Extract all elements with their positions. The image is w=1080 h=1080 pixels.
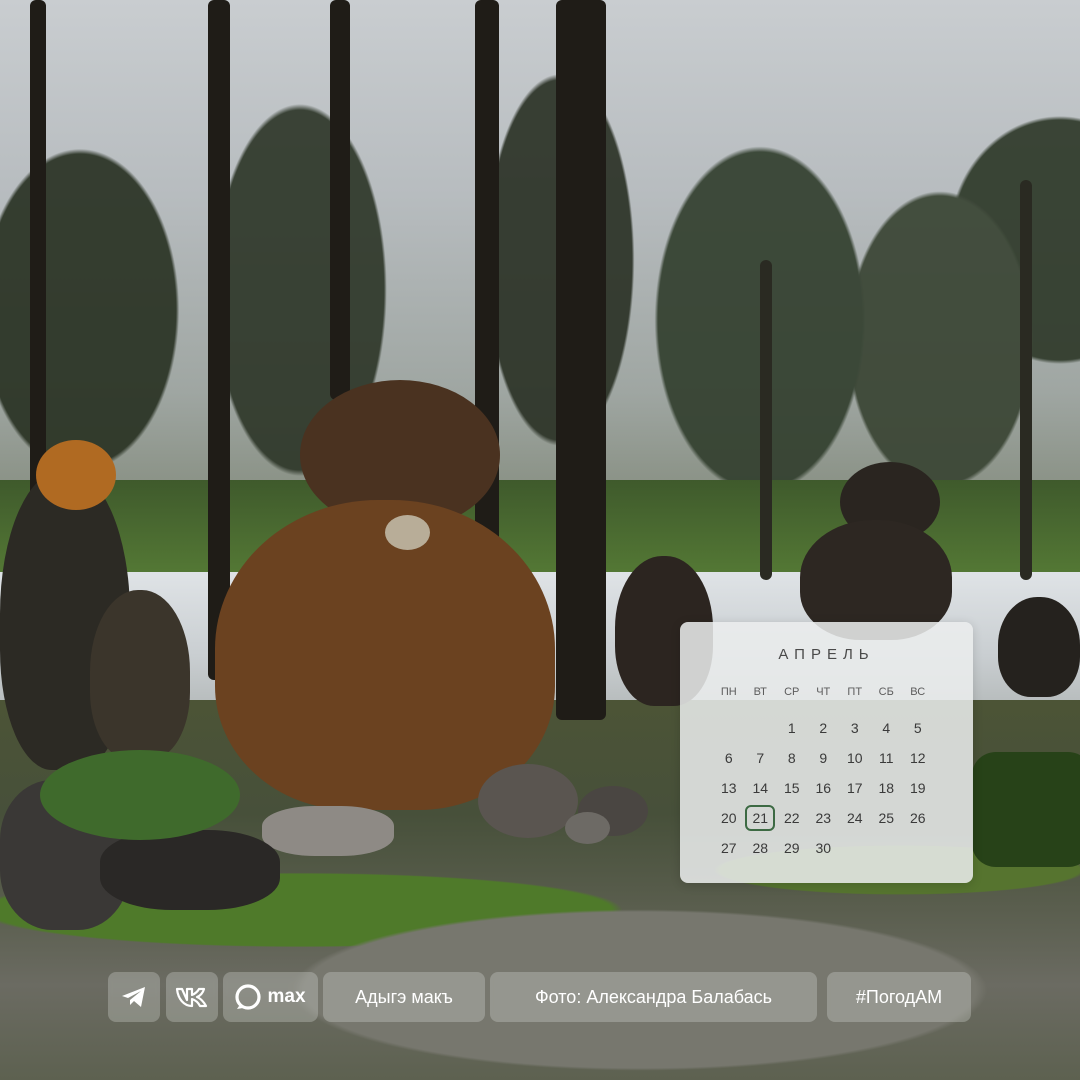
hedge bbox=[972, 752, 1080, 867]
brand-label: Адыгэ макъ bbox=[355, 986, 453, 1007]
stone-statue bbox=[998, 597, 1080, 697]
calendar-day[interactable]: 1 bbox=[777, 715, 807, 741]
calendar-day[interactable]: 13 bbox=[714, 775, 744, 801]
calendar-day[interactable]: 27 bbox=[714, 835, 744, 861]
calendar-day[interactable]: 11 bbox=[871, 745, 901, 771]
tree-trunk bbox=[330, 0, 350, 400]
calendar-day[interactable]: 9 bbox=[808, 745, 838, 771]
tree-trunk bbox=[208, 0, 230, 680]
calendar-day-today[interactable]: 21 bbox=[745, 805, 776, 831]
telegram-icon bbox=[121, 985, 147, 1009]
calendar-day[interactable]: 3 bbox=[840, 715, 870, 741]
max-button[interactable]: max bbox=[223, 972, 318, 1022]
calendar-day[interactable]: 30 bbox=[808, 835, 838, 861]
weekday-label: ЧТ bbox=[816, 686, 831, 698]
calendar-day[interactable]: 16 bbox=[808, 775, 838, 801]
max-label: max bbox=[267, 986, 306, 1007]
calendar-day[interactable]: 12 bbox=[903, 745, 933, 771]
calendar-day[interactable]: 14 bbox=[745, 775, 775, 801]
weekday-label: СБ bbox=[878, 686, 894, 698]
weekday-label: ВС bbox=[910, 686, 926, 698]
plant bbox=[40, 750, 240, 840]
tree-trunk bbox=[30, 0, 46, 520]
rock bbox=[262, 806, 394, 856]
calendar-empty-cell bbox=[745, 715, 777, 745]
stone-moss bbox=[36, 440, 116, 510]
calendar-day[interactable]: 24 bbox=[840, 805, 870, 831]
rock bbox=[565, 812, 610, 844]
calendar-day[interactable]: 22 bbox=[777, 805, 807, 831]
calendar-day[interactable]: 19 bbox=[903, 775, 933, 801]
calendar-day[interactable]: 15 bbox=[777, 775, 807, 801]
weekday-label: СР bbox=[784, 686, 800, 698]
stone-statue bbox=[90, 590, 190, 760]
lichen-spot bbox=[385, 515, 430, 550]
calendar-day[interactable]: 5 bbox=[903, 715, 933, 741]
background-photo bbox=[0, 0, 1080, 1080]
calendar-day[interactable]: 18 bbox=[871, 775, 901, 801]
weekday-label: ВТ bbox=[753, 686, 767, 698]
calendar-day[interactable]: 23 bbox=[808, 805, 838, 831]
hashtag-chip[interactable]: #ПогодАМ bbox=[827, 972, 971, 1022]
stone-statue-body bbox=[215, 500, 555, 810]
vk-button[interactable] bbox=[166, 972, 218, 1022]
calendar-day[interactable]: 26 bbox=[903, 805, 933, 831]
calendar-day[interactable]: 7 bbox=[745, 745, 775, 771]
vk-icon bbox=[175, 986, 209, 1008]
calendar-day[interactable]: 4 bbox=[871, 715, 901, 741]
calendar-day[interactable]: 29 bbox=[777, 835, 807, 861]
calendar-grid: ПН ВТ СР ЧТ ПТ СБ ВС 1 2 3 4 5 6 7 8 9 10 11 12 13 14 15 16 17 1… bbox=[713, 685, 963, 865]
calendar-empty-cell bbox=[713, 715, 745, 745]
brand-chip[interactable]: Адыгэ макъ bbox=[323, 972, 485, 1022]
weekday-label: ПТ bbox=[847, 686, 863, 698]
max-logo-icon bbox=[235, 984, 262, 1010]
calendar-day[interactable]: 2 bbox=[808, 715, 838, 741]
rock bbox=[100, 830, 280, 910]
weekday-label: ПН bbox=[720, 686, 737, 698]
calendar-day[interactable]: 8 bbox=[777, 745, 807, 771]
hashtag-label: #ПогодАМ bbox=[855, 986, 943, 1007]
calendar-day[interactable]: 20 bbox=[714, 805, 744, 831]
calendar-day[interactable]: 10 bbox=[840, 745, 870, 771]
tree-trunk bbox=[556, 0, 606, 720]
tree-trunk bbox=[760, 260, 772, 580]
calendar-day[interactable]: 25 bbox=[871, 805, 901, 831]
photo-credit-chip: Фото: Александра Балабась bbox=[490, 972, 817, 1022]
rock bbox=[478, 764, 578, 838]
photo-credit-label: Фото: Александра Балабась bbox=[534, 986, 773, 1007]
calendar-day[interactable]: 6 bbox=[714, 745, 744, 771]
calendar-day[interactable]: 28 bbox=[745, 835, 775, 861]
calendar-month: АПРЕЛЬ bbox=[778, 646, 875, 663]
tree-trunk bbox=[1020, 180, 1032, 580]
telegram-button[interactable] bbox=[108, 972, 160, 1022]
calendar-day[interactable]: 17 bbox=[840, 775, 870, 801]
calendar-widget: АПРЕЛЬ ПН ВТ СР ЧТ ПТ СБ ВС 1 2 3 4 5 6 7 8 9 10 11 12 13 14… bbox=[680, 622, 973, 883]
